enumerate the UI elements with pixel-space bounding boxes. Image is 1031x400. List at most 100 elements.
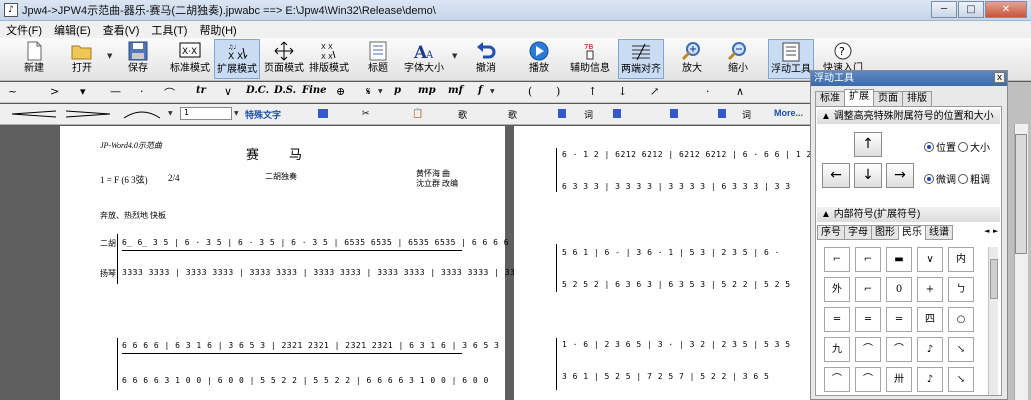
p2-row1-bottom[interactable]: 6 3 3 3 | 3 3 3 3 | 3 3 3 3 | 6 3 3 3 | … xyxy=(562,182,791,191)
score-page-2[interactable]: 6 · 1 2 | 6212 6212 | 6212 6212 | 6 · 6 … xyxy=(514,126,811,400)
font-size-button[interactable]: AA 字体大小 xyxy=(404,39,444,79)
symbol-cell-25[interactable]: ↘ xyxy=(948,367,974,392)
float-tools-button[interactable]: 浮动工具 xyxy=(768,39,814,79)
lyric-tool-icon-2[interactable] xyxy=(613,109,621,118)
zoom-out-button[interactable]: 缩小 xyxy=(718,39,758,79)
play-button[interactable]: 播放 xyxy=(522,39,556,79)
lyric-word-label-2[interactable]: 词 xyxy=(742,108,751,121)
lyric-tool-icon-1[interactable] xyxy=(558,109,566,118)
justify-button[interactable]: 两端对齐 xyxy=(618,39,664,79)
open-button[interactable]: 打开 xyxy=(62,39,102,79)
fmt-mp[interactable]: mp xyxy=(418,85,436,96)
symbol-grid-scrollbar[interactable] xyxy=(988,247,998,395)
aux-info-button[interactable]: 7B 辅助信息 xyxy=(568,39,612,79)
symbol-cell-17[interactable]: ⌒ xyxy=(855,337,881,362)
fmt-paren-open[interactable]: ( xyxy=(528,85,532,98)
symbol-cell-18[interactable]: ⌒ xyxy=(886,337,912,362)
tab-layout[interactable]: 排版 xyxy=(902,91,932,106)
fmt-dc[interactable]: D.C. xyxy=(246,85,269,96)
section-inner-header[interactable]: ▲ 内部符号(扩展符号) xyxy=(817,207,1000,222)
p2-row2-bottom[interactable]: 5 2 5 2 | 6 3 6 3 | 6 3 5 3 | 5 2 2 | 5 … xyxy=(562,280,791,289)
menu-help[interactable]: 帮助(H) xyxy=(193,22,242,38)
save-button[interactable]: 保存 xyxy=(118,39,158,79)
new-button[interactable]: 新建 xyxy=(14,39,54,79)
fmt-point[interactable]: · xyxy=(706,85,710,98)
symbol-cell-4[interactable]: ∨ xyxy=(917,247,943,272)
font-size-dropdown-icon[interactable]: ▼ xyxy=(452,52,457,60)
p1-row2-bottom[interactable]: 6 6 6 6 3 1 0 0 | 6 0 0 | 5 5 2 2 | 5 5 … xyxy=(122,376,489,385)
zoom-in-button[interactable]: 放大 xyxy=(672,39,712,79)
expand-mode-button[interactable]: ♫♩ X X 扩展模式 xyxy=(214,39,260,79)
layout-mode-button[interactable]: X X X X 排版模式 xyxy=(306,39,352,79)
inner-tab-shape[interactable]: 图形 xyxy=(871,225,899,240)
lyric-song-label-1[interactable]: 歌 xyxy=(458,108,467,121)
step-input[interactable]: 1 xyxy=(180,107,232,120)
symbol-cell-22[interactable]: ⌒ xyxy=(855,367,881,392)
p1-row1-bottom[interactable]: 3333 3333 | 3333 3333 | 3333 3333 | 3333… xyxy=(122,268,553,277)
symbol-cell-10[interactable]: ㄅ xyxy=(948,277,974,302)
menu-view[interactable]: 查看(V) xyxy=(97,22,146,38)
lyric-word-label-1[interactable]: 词 xyxy=(584,108,593,121)
fmt-paren-close[interactable]: ) xyxy=(556,85,560,98)
fmt-dyn-dropdown-icon[interactable]: ▼ xyxy=(490,88,495,95)
symbol-cell-3[interactable]: ▬ xyxy=(886,247,912,272)
title-button[interactable]: 标题 xyxy=(360,39,396,79)
fmt-down[interactable]: ↓ xyxy=(618,85,627,98)
p1-row1-top[interactable]: 6̲ 6̲ 3 5 | 6 · 3 5 | 6 · 3 5 | 6 · 3 5 … xyxy=(122,238,509,247)
symbol-cell-9[interactable]: + xyxy=(917,277,943,302)
menu-edit[interactable]: 编辑(E) xyxy=(48,22,97,38)
slur-icon[interactable] xyxy=(122,108,162,120)
arrow-right-button[interactable]: → xyxy=(886,163,914,188)
symbol-cell-20[interactable]: ↘ xyxy=(948,337,974,362)
tab-standard[interactable]: 标准 xyxy=(815,91,845,106)
symbol-cell-7[interactable]: ⌐ xyxy=(855,277,881,302)
score-area[interactable]: JP-Word4.0示范曲 赛马 1 = F (6 3弦) 2/4 二胡独奏 黄… xyxy=(0,126,811,400)
arrow-up-button[interactable]: ↑ xyxy=(854,132,882,157)
fmt-ds[interactable]: D.S. xyxy=(274,85,296,96)
open-dropdown-icon[interactable]: ▼ xyxy=(107,52,112,60)
symbol-cell-12[interactable]: ═ xyxy=(855,307,881,332)
inner-tab-letter[interactable]: 字母 xyxy=(844,225,872,240)
fmt-tenuto[interactable]: — xyxy=(110,85,121,98)
radio-fine[interactable]: 微调 xyxy=(924,171,956,186)
symbol-cell-13[interactable]: ═ xyxy=(886,307,912,332)
score-page-1[interactable]: JP-Word4.0示范曲 赛马 1 = F (6 3弦) 2/4 二胡独奏 黄… xyxy=(60,126,552,400)
p2-row3-bottom[interactable]: 3 6 1 | 5 2 5 | 7 2 5 7 | 5 2 2 | 3 6 5 xyxy=(562,372,769,381)
inner-tab-number[interactable]: 序号 xyxy=(817,225,845,240)
slur-dropdown-icon[interactable]: ▼ xyxy=(168,110,173,117)
p2-row3-top[interactable]: 1 · 6 | 2 3 6 5 | 3 · | 3 2 | 2 3 5 | 5 … xyxy=(562,340,791,349)
app-icon[interactable]: ♪ xyxy=(4,3,18,17)
step-dropdown-icon[interactable]: ▼ xyxy=(234,110,239,117)
symbol-cell-11[interactable]: ═ xyxy=(824,307,850,332)
close-button[interactable]: ✕ xyxy=(985,1,1027,18)
lyric-tool-icon-3[interactable] xyxy=(670,109,678,118)
symbol-cell-19[interactable]: ♪ xyxy=(917,337,943,362)
p2-row2-top[interactable]: 5 6 1 | 6 - | 3 6 · 1 | 5 3 | 2 3 5 | 6 … xyxy=(562,248,780,257)
fmt-up[interactable]: ↑ xyxy=(588,85,597,98)
fmt-mf[interactable]: mf xyxy=(448,85,463,96)
symbol-cell-6[interactable]: 外 xyxy=(824,277,850,302)
tab-page[interactable]: 页面 xyxy=(873,91,903,106)
minimize-button[interactable]: ─ xyxy=(931,1,957,18)
symbol-cell-24[interactable]: ♪ xyxy=(917,367,943,392)
panel-close-button[interactable]: x xyxy=(994,72,1005,83)
menu-file[interactable]: 文件(F) xyxy=(0,22,48,38)
inner-tab-folk[interactable]: 民乐 xyxy=(898,225,926,240)
line-dim-icon[interactable] xyxy=(66,110,110,118)
fmt-breath[interactable]: ∨ xyxy=(224,85,232,98)
fmt-accent[interactable]: > xyxy=(50,85,59,98)
fmt-trill[interactable]: tr xyxy=(196,85,206,96)
symbol-cell-5[interactable]: 内 xyxy=(948,247,974,272)
cut-icon[interactable]: ✂ xyxy=(362,108,370,119)
lyric-song-label-2[interactable]: 歌 xyxy=(508,108,517,121)
more-link[interactable]: More... xyxy=(774,108,803,118)
fmt-f[interactable]: f xyxy=(478,85,482,96)
symbol-cell-8[interactable]: 0 xyxy=(886,277,912,302)
fmt-p[interactable]: p xyxy=(394,85,401,96)
symbol-cell-21[interactable]: ⌒ xyxy=(824,367,850,392)
tab-prev-icon[interactable]: ◄ xyxy=(984,227,989,235)
lyric-tool-icon-4[interactable] xyxy=(718,109,726,118)
symbol-cell-15[interactable]: ○ xyxy=(948,307,974,332)
arrow-left-button[interactable]: ← xyxy=(822,163,850,188)
paste-icon[interactable]: 📋 xyxy=(412,108,423,119)
